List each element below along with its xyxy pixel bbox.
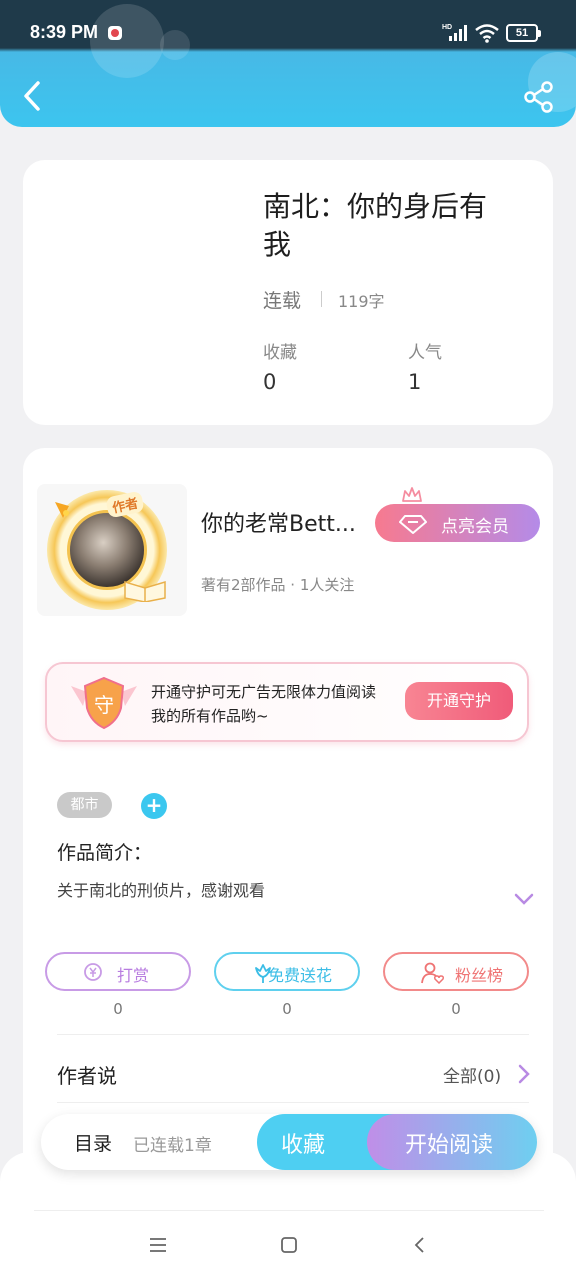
book-status: 连载 [263, 290, 302, 312]
genre-tag[interactable]: 都市 [57, 792, 112, 818]
guardian-banner: 守 开通守护可无广告无限体力值阅读我的所有作品哟~ 开通守护 [45, 662, 529, 742]
intro-heading: 作品简介： [57, 842, 153, 864]
light-vip-button[interactable]: 点亮会员 [375, 487, 540, 542]
nav-back-icon[interactable] [412, 1236, 428, 1254]
fans-icon [421, 962, 444, 984]
book-info-card: 南北：你的身后有我 连载 119字 收藏 0 人气 1 [23, 160, 553, 425]
flower-count: 0 [282, 1000, 292, 1018]
divider [57, 1034, 529, 1035]
notification-icon [108, 26, 122, 40]
author-card: 作者 你的老常Bett... 著有2部作品 · 1人关注 点亮会员 守 开通守护… [23, 448, 553, 1208]
open-guardian-button[interactable]: 开通守护 [405, 682, 513, 720]
system-nav-bar [0, 1152, 576, 1280]
bottom-read-bar: 目录 已连载1章 收藏 开始阅读 [41, 1114, 537, 1170]
guardian-shield-icon: 守 [71, 676, 137, 730]
crown-icon [402, 487, 422, 502]
author-says-heading: 作者说 [57, 1064, 117, 1088]
author-says-all-link[interactable]: 全部(0) [443, 1062, 501, 1087]
author-meta: 著有2部作品 · 1人关注 [201, 576, 355, 594]
intro-text: 关于南北的刑侦片，感谢观看 [57, 881, 266, 900]
send-flower-button[interactable]: 免费送花 [214, 952, 360, 991]
fans-ranking-label: 粉丝榜 [455, 966, 504, 985]
lamp-icon [55, 502, 69, 518]
divider [321, 291, 322, 307]
reward-count: 0 [113, 1000, 123, 1018]
send-flower-label: 免费送花 [268, 966, 333, 985]
start-reading-label: 开始阅读 [405, 1133, 494, 1158]
avatar[interactable]: 作者 [37, 484, 187, 616]
word-count: 119字 [338, 292, 385, 311]
decor-bubble [160, 30, 190, 60]
stat-favorites-value: 0 [263, 370, 277, 394]
reward-button[interactable]: 打赏 [45, 952, 191, 991]
status-bar: 8:39 PM HD 51 [0, 0, 576, 78]
chapter-count: 已连载1章 [133, 1136, 212, 1156]
app-header: 8:39 PM HD 51 [0, 0, 576, 127]
table-of-contents-button[interactable]: 目录 [74, 1129, 112, 1156]
divider [34, 1210, 544, 1211]
home-icon[interactable] [280, 1236, 298, 1254]
wifi-icon [475, 24, 499, 43]
signal-icon: HD [442, 24, 467, 41]
decor-bubble [90, 4, 164, 78]
guardian-text: 开通守护可无广告无限体力值阅读我的所有作品哟~ [151, 683, 377, 725]
divider [57, 1102, 529, 1103]
fans-ranking-button[interactable]: 粉丝榜 [383, 952, 529, 991]
stat-popularity-value: 1 [408, 370, 422, 394]
status-time: 8:39 PM [30, 22, 99, 42]
book-title: 南北：你的身后有我 [263, 190, 488, 261]
menu-icon[interactable] [148, 1236, 168, 1254]
expand-chevron-icon[interactable] [513, 892, 535, 906]
add-tag-button[interactable]: + [141, 793, 167, 819]
author-name[interactable]: 你的老常Bett... [201, 506, 379, 538]
stat-popularity-label: 人气 [408, 343, 442, 363]
chevron-right-icon[interactable] [517, 1063, 531, 1085]
svg-text:HD: HD [442, 24, 452, 31]
start-reading-button[interactable]: 开始阅读 [367, 1114, 537, 1170]
coin-icon [84, 963, 102, 981]
fans-count: 0 [451, 1000, 461, 1018]
battery-indicator: 51 [506, 24, 541, 42]
share-icon[interactable] [522, 80, 556, 114]
book-decor-icon [124, 580, 166, 602]
vip-button-label: 点亮会员 [441, 517, 509, 537]
guardian-char: 守 [94, 693, 114, 717]
reward-label: 打赏 [117, 966, 150, 985]
favorite-label: 收藏 [281, 1133, 326, 1158]
back-icon[interactable] [18, 78, 48, 114]
diamond-icon [399, 515, 427, 534]
stat-favorites-label: 收藏 [263, 343, 297, 363]
